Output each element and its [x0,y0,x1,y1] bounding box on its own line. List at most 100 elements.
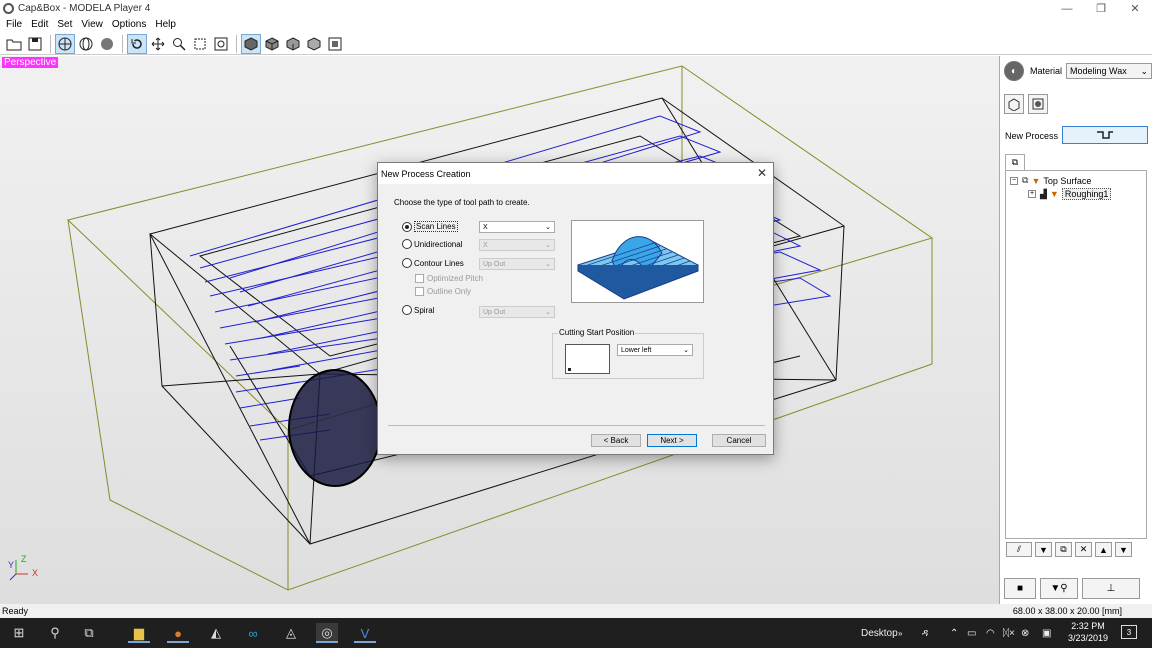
notification-center-icon[interactable]: 3 [1121,625,1137,639]
new-process-label: New Process [1005,131,1059,141]
material-icon[interactable]: ◐ [1004,61,1024,81]
app-icon-7[interactable]: V [354,623,376,643]
unidirectional-radio[interactable]: Unidirectional [402,239,462,249]
wifi-icon[interactable]: ◠ [986,618,995,648]
open-folder-icon[interactable] [4,34,24,54]
close-button[interactable]: ✕ [1118,0,1152,17]
zoom-extents-icon[interactable] [190,34,210,54]
material-select[interactable]: Modeling Wax ⌄ [1066,63,1152,79]
modela-player-icon[interactable]: ◎ [316,623,338,643]
arduino-icon[interactable]: ∞ [242,623,264,643]
cancel-button[interactable]: Cancel [712,434,766,447]
desktop-toolbar-label[interactable]: Desktop [861,618,898,648]
cut-icon[interactable]: ⊥ [1082,578,1140,599]
maximize-button[interactable]: ❐ [1084,0,1118,17]
status-text: Ready [2,606,29,616]
next-button[interactable]: Next > [647,434,697,447]
menu-edit[interactable]: Edit [31,19,48,30]
zoom-window-icon[interactable] [211,34,231,54]
people-icon[interactable]: ዳ [922,618,928,648]
collapse-icon[interactable]: − [1010,176,1018,185]
menu-file[interactable]: File [6,19,22,30]
battery-icon[interactable]: ▭ [967,618,976,648]
system-clock[interactable]: 2:32 PM 3/23/2019 [1065,620,1111,644]
app-tray-icon[interactable]: ▣ [1042,618,1051,648]
material-row: ◐ Material Modeling Wax ⌄ [1004,61,1152,81]
material-label: Material [1030,66,1063,76]
globe-icon[interactable] [76,34,96,54]
back-button[interactable]: < Back [591,434,641,447]
cutting-start-value: Lower left [621,346,652,354]
spiral-radio[interactable]: Spiral [402,305,434,315]
task-view-icon[interactable]: ⧉ [78,623,100,643]
start-point-marker [568,368,571,371]
spiral-direction-value: Up Out [483,308,506,316]
view-side-icon[interactable] [283,34,303,54]
contour-lines-radio[interactable]: Contour Lines [402,258,464,268]
axis-y-label: Y [8,560,14,570]
pan-icon[interactable] [148,34,168,54]
contour-direction-value: Up Out [483,260,506,268]
path-preview-icon[interactable]: ⫽ [1006,542,1032,557]
toolbar-expand-icon[interactable]: » [898,618,902,648]
app-icon-5[interactable]: ◬ [280,623,302,643]
view-mode-label: Perspective [2,57,59,68]
stop-icon[interactable]: ■ [1004,578,1036,599]
move-up-icon[interactable]: ▲ [1095,542,1112,557]
window-title: Cap&Box - MODELA Player 4 [18,3,151,14]
view-grid-icon[interactable] [325,34,345,54]
contour-lines-label: Contour Lines [414,258,464,268]
zoom-icon[interactable] [169,34,189,54]
no-network-icon[interactable]: ⊗ [1021,618,1029,648]
clock-date: 3/23/2019 [1067,633,1109,643]
menu-options[interactable]: Options [112,19,146,30]
optimized-pitch-label: Optimized Pitch [427,274,484,283]
tool-search-icon[interactable]: ▼⚲ [1040,578,1078,599]
browser-icon[interactable]: ● [167,623,189,643]
rotate-icon[interactable] [127,33,147,54]
move-down-icon[interactable]: ▼ [1115,542,1132,557]
scan-lines-radio[interactable]: Scan Lines [402,221,458,232]
save-icon[interactable] [25,34,45,54]
new-process-button[interactable] [1062,126,1148,144]
unidirectional-select: X ⌄ [479,239,555,251]
menu-set[interactable]: Set [57,19,72,30]
view-front-icon[interactable] [262,34,282,54]
unidirectional-label: Unidirectional [414,239,463,249]
dialog-prompt: Choose the type of tool path to create. [394,198,530,207]
windows-start-icon[interactable]: ⊞ [8,623,30,643]
tree-item-label: Roughing1 [1061,188,1112,200]
tree-item-top-surface[interactable]: − ⧉ ▼ Top Surface [1010,175,1091,186]
tree-tab-icon[interactable]: ⧉ [1005,154,1025,170]
copy-icon[interactable]: ⧉ [1055,542,1072,557]
workpiece-icon[interactable] [1004,94,1024,114]
window-controls: — ❐ ✕ [1050,0,1152,17]
volume-muted-icon[interactable]: ᛞ× [1003,618,1015,648]
search-icon[interactable]: ⚲ [44,623,66,643]
expand-icon[interactable]: + [1028,190,1036,198]
scan-direction-select[interactable]: X ⌄ [479,221,555,233]
delete-icon[interactable]: ✕ [1075,542,1092,557]
view-iso-icon[interactable] [241,33,261,54]
minimize-button[interactable]: — [1050,0,1084,17]
menu-view[interactable]: View [81,19,103,30]
cutting-start-select[interactable]: Lower left ⌄ [617,344,693,356]
menu-help[interactable]: Help [155,19,176,30]
model-icon[interactable] [1028,94,1048,114]
tool-dropdown-icon[interactable]: ▼ [1035,542,1052,557]
sphere-shaded-icon[interactable] [97,34,117,54]
app-icon-3[interactable]: ◭ [205,623,227,643]
tray-up-icon[interactable]: ⌃ [950,618,958,648]
view-back-icon[interactable] [304,34,324,54]
dialog-title: New Process Creation [381,168,471,179]
process-tree: − ⧉ ▼ Top Surface + ▟ ▼ Roughing1 [1005,170,1147,539]
checkbox-icon [415,287,424,296]
dialog-close-icon[interactable]: ✕ [757,166,767,180]
file-explorer-icon[interactable]: ▆ [128,623,150,643]
chevron-down-icon: ⌄ [1140,65,1149,76]
cutting-start-preview [565,344,610,374]
toolbar-separator [50,34,51,53]
tree-item-roughing1[interactable]: + ▟ ▼ Roughing1 [1028,188,1112,200]
wireframe-globe-icon[interactable] [55,33,75,54]
optimized-pitch-checkbox: Optimized Pitch [415,274,483,283]
